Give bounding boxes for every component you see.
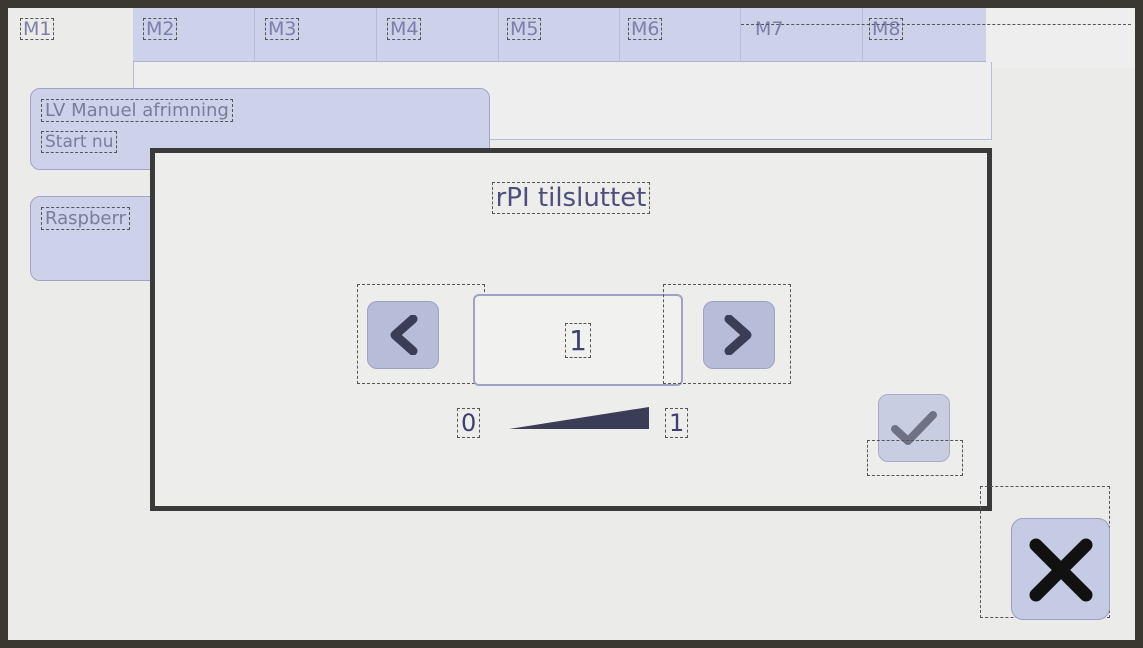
- numeric-input-dialog: rPI tilsluttet 1 0 1: [150, 148, 992, 511]
- chevron-left-icon: [390, 315, 418, 355]
- dialog-title: rPI tilsluttet: [155, 182, 987, 214]
- tab-m7[interactable]: M7: [741, 8, 863, 62]
- tab-m3[interactable]: M3: [255, 8, 377, 62]
- tab-label: M2: [143, 18, 178, 40]
- list-item-title: LV Manuel afrimning: [41, 99, 233, 122]
- value-text: 1: [565, 322, 591, 358]
- previous-button[interactable]: [367, 301, 439, 369]
- tab-m2[interactable]: M2: [133, 8, 255, 62]
- value-ramp-indicator: [509, 407, 649, 429]
- list-item-subtitle: Start nu: [41, 131, 118, 153]
- next-button[interactable]: [703, 301, 775, 369]
- tab-m1[interactable]: M1: [8, 8, 133, 62]
- chevron-right-icon: [724, 315, 752, 355]
- range-max-label: 1: [665, 408, 689, 438]
- tab-m8[interactable]: M8: [863, 8, 987, 62]
- selection-outline: [741, 24, 1131, 25]
- tab-label: M4: [387, 18, 422, 40]
- close-x-icon: [1029, 538, 1093, 602]
- header-blank: [986, 8, 1135, 68]
- tab-m6[interactable]: M6: [620, 8, 741, 62]
- tab-m4[interactable]: M4: [377, 8, 499, 62]
- tab-label: M8: [869, 18, 904, 40]
- tab-label: M3: [265, 18, 300, 40]
- range-min-label: 0: [457, 408, 481, 438]
- hmi-screen: M1 M2 M3 M4 M5 M6 M7 M8 LV Manuel afrimn…: [8, 8, 1135, 640]
- list-item-title: Raspberr: [41, 207, 130, 230]
- tab-label: M1: [20, 18, 55, 40]
- tab-m5[interactable]: M5: [499, 8, 620, 62]
- dialog-title-text: rPI tilsluttet: [491, 182, 651, 214]
- close-button[interactable]: [1011, 518, 1110, 620]
- tab-label: M5: [507, 18, 542, 40]
- confirm-outline: [867, 440, 963, 476]
- tab-bar: M1 M2 M3 M4 M5 M6 M7 M8: [8, 8, 988, 62]
- tab-label: M7: [755, 18, 784, 40]
- value-display[interactable]: 1: [473, 294, 683, 386]
- tab-label: M6: [628, 18, 663, 40]
